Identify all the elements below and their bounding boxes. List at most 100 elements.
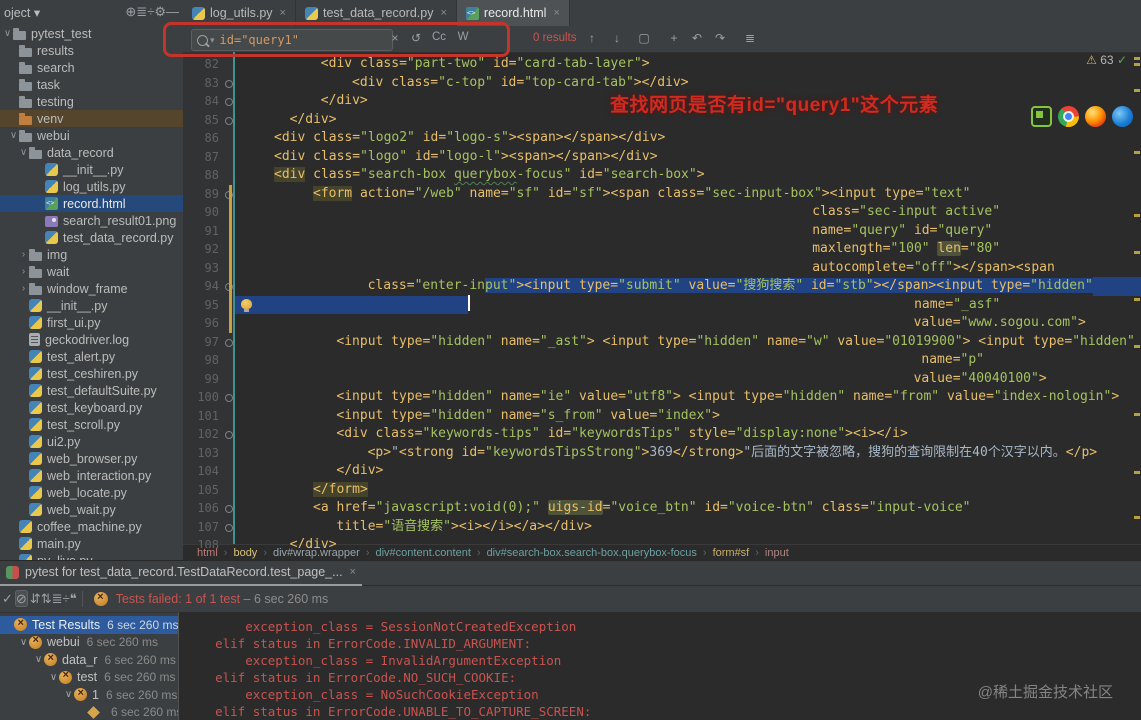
project-tree-item-venv[interactable]: venv: [0, 110, 183, 127]
project-tree-item-web_wait.py[interactable]: web_wait.py: [0, 501, 183, 518]
project-tree-item-testing[interactable]: testing: [0, 93, 183, 110]
chevron-icon[interactable]: ›: [18, 266, 29, 277]
chevron-icon[interactable]: ›: [18, 249, 29, 260]
code-line-105[interactable]: 105</form>: [183, 481, 1141, 500]
code-line-106[interactable]: 106<a href="javascript:void(0);" uigs-id…: [183, 499, 1141, 518]
close-icon[interactable]: ×: [350, 566, 356, 578]
code-line-98[interactable]: 98name="p": [183, 351, 1141, 370]
code-line-100[interactable]: 100<input type="hidden" name="ie" value=…: [183, 388, 1141, 407]
code-line-103[interactable]: 103<p>"<strong id="keywordsTipsStrong">3…: [183, 444, 1141, 463]
search-query-text[interactable]: id="query1": [220, 33, 299, 47]
close-icon[interactable]: ×: [440, 7, 446, 19]
settings-icon[interactable]: ⚙: [154, 4, 166, 19]
project-tree-item-__init__.py[interactable]: __init__.py: [0, 297, 183, 314]
chrome-icon[interactable]: [1058, 106, 1079, 127]
test-tree-item-1[interactable]: ∨16 sec 260 ms: [0, 686, 178, 704]
project-tree-item-web_locate.py[interactable]: web_locate.py: [0, 484, 183, 501]
project-tree-item-window_frame[interactable]: ›window_frame: [0, 280, 183, 297]
test-tree-item-test[interactable]: ∨test6 sec 260 ms: [0, 669, 178, 687]
clear-search-icon[interactable]: ×: [386, 31, 404, 45]
tab-log_utils.py[interactable]: log_utils.py×: [183, 0, 296, 26]
project-tree-item-img[interactable]: ›img: [0, 246, 183, 263]
stripe-mark[interactable]: [1134, 298, 1140, 301]
expand-all-icon[interactable]: ≣: [52, 591, 63, 606]
project-tree-item-web_browser.py[interactable]: web_browser.py: [0, 450, 183, 467]
inspections-widget[interactable]: ⚠ 63 ✓: [1086, 53, 1127, 67]
stripe-mark[interactable]: [1134, 471, 1140, 474]
breadcrumb-item-html[interactable]: html: [197, 547, 218, 559]
project-tree-item-search_result01.png[interactable]: search_result01.png: [0, 212, 183, 229]
locate-icon[interactable]: ⊕: [125, 4, 136, 19]
run-tab[interactable]: pytest for test_data_record.TestDataReco…: [0, 560, 362, 586]
search-input[interactable]: ▾ id="query1": [191, 29, 393, 51]
project-tree-item-wait[interactable]: ›wait: [0, 263, 183, 280]
breadcrumb-item-form#sf[interactable]: form#sf: [713, 547, 750, 559]
test-tree-item-data_r[interactable]: ∨data_r6 sec 260 ms: [0, 651, 178, 669]
stripe-mark[interactable]: [1134, 151, 1140, 154]
code-line-87[interactable]: 87<div class="logo" id="logo-l"><span></…: [183, 148, 1141, 167]
project-tree-item-pytest_test[interactable]: ∨pytest_test: [0, 25, 183, 42]
stripe-mark[interactable]: [1134, 345, 1140, 348]
project-tree-item-search[interactable]: search: [0, 59, 183, 76]
firefox-icon[interactable]: [1085, 106, 1106, 127]
fold-marker[interactable]: [222, 92, 235, 111]
fold-marker[interactable]: [222, 499, 235, 518]
code-line-82[interactable]: 82<div class="part-two" id="card-tab-lay…: [183, 55, 1141, 74]
project-tree-item-test_alert.py[interactable]: test_alert.py: [0, 348, 183, 365]
project-tree-item-task[interactable]: task: [0, 76, 183, 93]
select-all-occurrences-icon[interactable]: ▢: [635, 31, 653, 45]
test-tree-item-leaf[interactable]: 6 sec 260 ms: [0, 704, 178, 720]
chevron-down-icon[interactable]: ▾: [210, 35, 215, 46]
project-tree-item-web_interaction.py[interactable]: web_interaction.py: [0, 467, 183, 484]
tab-record.html[interactable]: record.html×: [457, 0, 570, 26]
quote-icon[interactable]: ❝: [70, 591, 77, 606]
sort-alphabetically-icon[interactable]: ⇵: [30, 591, 41, 606]
fold-marker[interactable]: [222, 518, 235, 537]
prev-occurrence-icon[interactable]: ↑: [583, 31, 601, 45]
edge-icon[interactable]: [1112, 106, 1133, 127]
undo-icon[interactable]: ↶: [688, 31, 706, 45]
project-tree-item-test_data_record.py[interactable]: test_data_record.py: [0, 229, 183, 246]
test-tree-item-Test Results[interactable]: Test Results6 sec 260 ms: [0, 616, 178, 634]
redo-icon[interactable]: ↷: [711, 31, 729, 45]
chevron-icon[interactable]: ∨: [18, 637, 29, 648]
intention-bulb-icon[interactable]: [241, 299, 252, 309]
code-line-86[interactable]: 86<div class="logo2" id="logo-s"><span><…: [183, 129, 1141, 148]
fold-marker[interactable]: [222, 74, 235, 93]
project-tree-item-ui2.py[interactable]: ui2.py: [0, 433, 183, 450]
chevron-icon[interactable]: ∨: [63, 689, 74, 700]
code-line-88[interactable]: 88<div class="search-box querybox-focus"…: [183, 166, 1141, 185]
fold-marker[interactable]: [222, 388, 235, 407]
test-tree-item-webui[interactable]: ∨webui6 sec 260 ms: [0, 634, 178, 652]
chevron-icon[interactable]: ›: [18, 283, 29, 294]
code-line-108[interactable]: 108</div>: [183, 536, 1141, 548]
stripe-mark[interactable]: [1134, 413, 1140, 416]
words-toggle[interactable]: W: [454, 31, 472, 43]
project-tree-item-py_live.py[interactable]: py_live.py: [0, 552, 183, 560]
code-line-102[interactable]: 102<div class="keywords-tips" id="keywor…: [183, 425, 1141, 444]
chevron-icon[interactable]: ∨: [8, 130, 19, 141]
close-icon[interactable]: ×: [280, 7, 286, 19]
project-tree-item-log_utils.py[interactable]: log_utils.py: [0, 178, 183, 195]
fold-marker[interactable]: [222, 425, 235, 444]
project-tree-item-test_scroll.py[interactable]: test_scroll.py: [0, 416, 183, 433]
project-tree-item-data_record[interactable]: ∨data_record: [0, 144, 183, 161]
project-dropdown[interactable]: oject ▾: [4, 5, 40, 20]
chevron-icon[interactable]: ∨: [18, 147, 29, 158]
code-line-96[interactable]: 96value="www.sogou.com">: [183, 314, 1141, 333]
code-line-97[interactable]: 97<input type="hidden" name="_ast"> <inp…: [183, 333, 1141, 352]
add-occurrence-icon[interactable]: +: [665, 31, 683, 45]
fold-marker[interactable]: [222, 111, 235, 130]
stripe-mark[interactable]: [1134, 516, 1140, 519]
scroll-from-source-icon[interactable]: ≣: [136, 4, 147, 19]
project-tree-item-first_ui.py[interactable]: first_ui.py: [0, 314, 183, 331]
code-line-92[interactable]: 92maxlength="100" len="80": [183, 240, 1141, 259]
project-tree-item-main.py[interactable]: main.py: [0, 535, 183, 552]
fold-marker[interactable]: [222, 333, 235, 352]
next-occurrence-icon[interactable]: ↓: [608, 31, 626, 45]
breadcrumb-item-div#search-box.search-box.querybox-focus[interactable]: div#search-box.search-box.querybox-focus: [487, 547, 697, 559]
collapse-all-icon[interactable]: ÷: [63, 591, 70, 606]
filter-lines-icon[interactable]: ≣: [741, 31, 759, 45]
stripe-mark[interactable]: [1134, 214, 1140, 217]
project-tree-item-results[interactable]: results: [0, 42, 183, 59]
